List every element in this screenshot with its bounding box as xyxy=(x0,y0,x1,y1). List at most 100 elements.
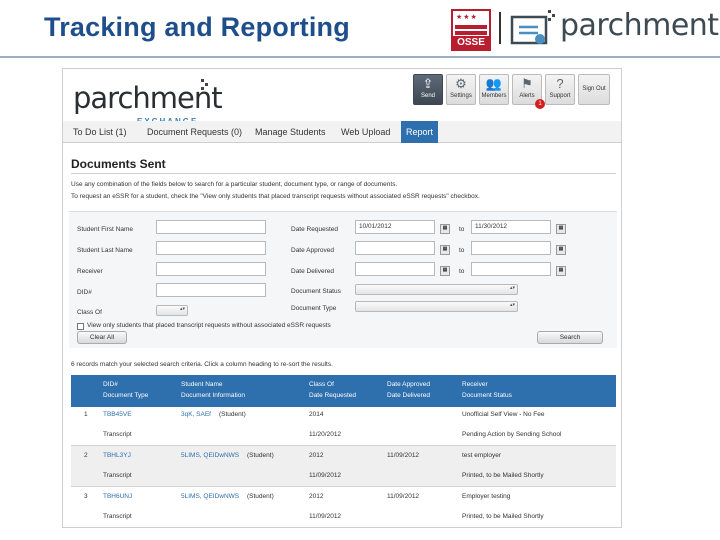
class-of-value: 2012 xyxy=(309,452,324,459)
title-divider xyxy=(0,56,720,58)
send-icon: ⇪ xyxy=(422,76,434,91)
support-button[interactable]: ? Support xyxy=(545,74,575,105)
date-requested-label: Date Requested xyxy=(291,226,338,233)
student-tag: (Student) xyxy=(247,493,274,500)
calendar-icon[interactable]: ▦ xyxy=(556,224,566,234)
student-last-name-input[interactable] xyxy=(156,241,266,255)
student-link[interactable]: 3qK, SAEf xyxy=(181,411,211,418)
parchment-logo-icon xyxy=(510,10,555,45)
tab-manage-students[interactable]: Manage Students xyxy=(255,121,326,143)
help-icon: ? xyxy=(556,76,564,91)
date-delivered-label: Date Delivered xyxy=(291,268,334,275)
tab-to-do-list[interactable]: To Do List (1) xyxy=(73,121,127,143)
student-first-name-input[interactable] xyxy=(156,220,266,234)
calendar-icon[interactable]: ▦ xyxy=(440,224,450,234)
send-button[interactable]: ⇪ Send xyxy=(413,74,443,105)
alerts-button[interactable]: ⚑ Alerts 1 xyxy=(512,74,545,109)
tab-report[interactable]: Report xyxy=(401,121,439,143)
receiver-value: Employer testing xyxy=(462,493,511,500)
did-link[interactable]: TBB45VE xyxy=(103,411,132,418)
table-row: Transcript 11/20/2012 Pending Action by … xyxy=(71,425,616,445)
student-tag: (Student) xyxy=(247,452,274,459)
clear-all-button[interactable]: Clear All xyxy=(77,331,127,344)
tab-web-upload[interactable]: Web Upload xyxy=(341,121,390,143)
alert-count-badge: 1 xyxy=(535,99,545,109)
calendar-icon[interactable]: ▦ xyxy=(556,245,566,255)
calendar-icon[interactable]: ▦ xyxy=(440,245,450,255)
brand-dots-icon xyxy=(201,79,213,91)
class-of-select[interactable] xyxy=(156,305,188,316)
instruction-line: To request an eSSR for a student, check … xyxy=(71,193,480,200)
column-header-date-delivered[interactable]: Date Delivered xyxy=(387,392,430,399)
receiver-value: test employer xyxy=(462,452,502,459)
essr-only-checkbox-label: View only students that placed transcrip… xyxy=(87,322,331,329)
student-last-name-label: Student Last Name xyxy=(77,247,133,254)
parchment-logo-wordmark: parchment• xyxy=(560,8,720,43)
members-button[interactable]: 👥 Members xyxy=(479,74,509,105)
main-nav: To Do List (1) Document Requests (0) Man… xyxy=(63,121,621,143)
brand-wordmark: parchment xyxy=(73,81,223,115)
to-label: to xyxy=(459,226,465,233)
student-link[interactable]: 5LIMS, QEIDwNWS xyxy=(181,493,239,500)
calendar-icon[interactable]: ▦ xyxy=(556,266,566,276)
results-table-header: DID# Document Type Student Name Document… xyxy=(71,375,616,407)
column-header-document-status[interactable]: Document Status xyxy=(462,392,512,399)
column-header-document-information[interactable]: Document Information xyxy=(181,392,245,399)
sign-out-button[interactable]: Sign Out xyxy=(578,74,610,105)
gear-icon: ⚙ xyxy=(455,76,467,91)
column-header-student-name[interactable]: Student Name xyxy=(181,381,223,388)
date-requested-from-input[interactable]: 10/01/2012 xyxy=(355,220,435,234)
date-requested-value: 11/20/2012 xyxy=(309,431,342,438)
members-icon: 👥 xyxy=(485,76,503,91)
document-status-label: Document Status xyxy=(291,288,341,295)
document-type-value: Transcript xyxy=(103,513,132,520)
column-header-receiver[interactable]: Receiver xyxy=(462,381,488,388)
date-requested-to-input[interactable]: 11/30/2012 xyxy=(471,220,551,234)
column-header-class-of[interactable]: Class Of xyxy=(309,381,334,388)
date-approved-value: 11/09/2012 xyxy=(387,452,420,459)
date-approved-label: Date Approved xyxy=(291,247,335,254)
receiver-value: Unofficial Self View - No Fee xyxy=(462,411,545,418)
calendar-icon[interactable]: ▦ xyxy=(440,266,450,276)
toolbar: ⇪ Send ⚙ Settings 👥 Members ⚑ Alerts 1 ? Suppo… xyxy=(413,74,610,109)
class-of-label: Class Of xyxy=(77,309,102,316)
document-status-select[interactable] xyxy=(355,284,518,295)
table-row: 2 TBHL3YJ 5LIMS, QEIDwNWS (Student) 2012… xyxy=(71,446,616,466)
row-number: 1 xyxy=(84,411,88,418)
page-heading: Documents Sent xyxy=(71,157,166,171)
column-header-did[interactable]: DID# xyxy=(103,381,118,388)
results-count-text: 6 records match your selected search cri… xyxy=(71,361,333,368)
date-requested-value: 11/09/2012 xyxy=(309,472,342,479)
osse-logo-text: OSSE xyxy=(453,36,489,49)
document-status-value: Printed, to be Mailed Shortly xyxy=(462,513,544,520)
flag-icon: ⚑ xyxy=(521,76,533,91)
document-status-value: Pending Action by Sending School xyxy=(462,431,562,438)
student-link[interactable]: 5LIMS, QEIDwNWS xyxy=(181,452,239,459)
document-type-select[interactable] xyxy=(355,301,518,312)
document-type-value: Transcript xyxy=(103,472,132,479)
did-link[interactable]: TBH6UNJ xyxy=(103,493,132,500)
date-delivered-from-input[interactable] xyxy=(355,262,435,276)
table-row: Transcript 11/09/2012 Printed, to be Mai… xyxy=(71,466,616,486)
did-label: DID# xyxy=(77,289,92,296)
parchment-exchange-logo[interactable]: parchment EXCHANGE xyxy=(73,79,223,126)
document-type-label: Document Type xyxy=(291,305,337,312)
class-of-value: 2012 xyxy=(309,493,324,500)
search-button[interactable]: Search xyxy=(537,331,603,344)
settings-button[interactable]: ⚙ Settings xyxy=(446,74,476,105)
receiver-input[interactable] xyxy=(156,262,266,276)
column-header-date-approved[interactable]: Date Approved xyxy=(387,381,430,388)
date-approved-value: 11/09/2012 xyxy=(387,493,420,500)
column-header-date-requested[interactable]: Date Requested xyxy=(309,392,356,399)
did-link[interactable]: TBHL3YJ xyxy=(103,452,131,459)
instruction-line: Use any combination of the fields below … xyxy=(71,181,398,188)
date-approved-from-input[interactable] xyxy=(355,241,435,255)
did-input[interactable] xyxy=(156,283,266,297)
column-header-document-type[interactable]: Document Type xyxy=(103,392,148,399)
to-label: to xyxy=(459,247,465,254)
date-requested-value: 11/09/2012 xyxy=(309,513,342,520)
essr-only-checkbox[interactable] xyxy=(77,323,84,330)
tab-document-requests[interactable]: Document Requests (0) xyxy=(147,121,242,143)
date-delivered-to-input[interactable] xyxy=(471,262,551,276)
date-approved-to-input[interactable] xyxy=(471,241,551,255)
